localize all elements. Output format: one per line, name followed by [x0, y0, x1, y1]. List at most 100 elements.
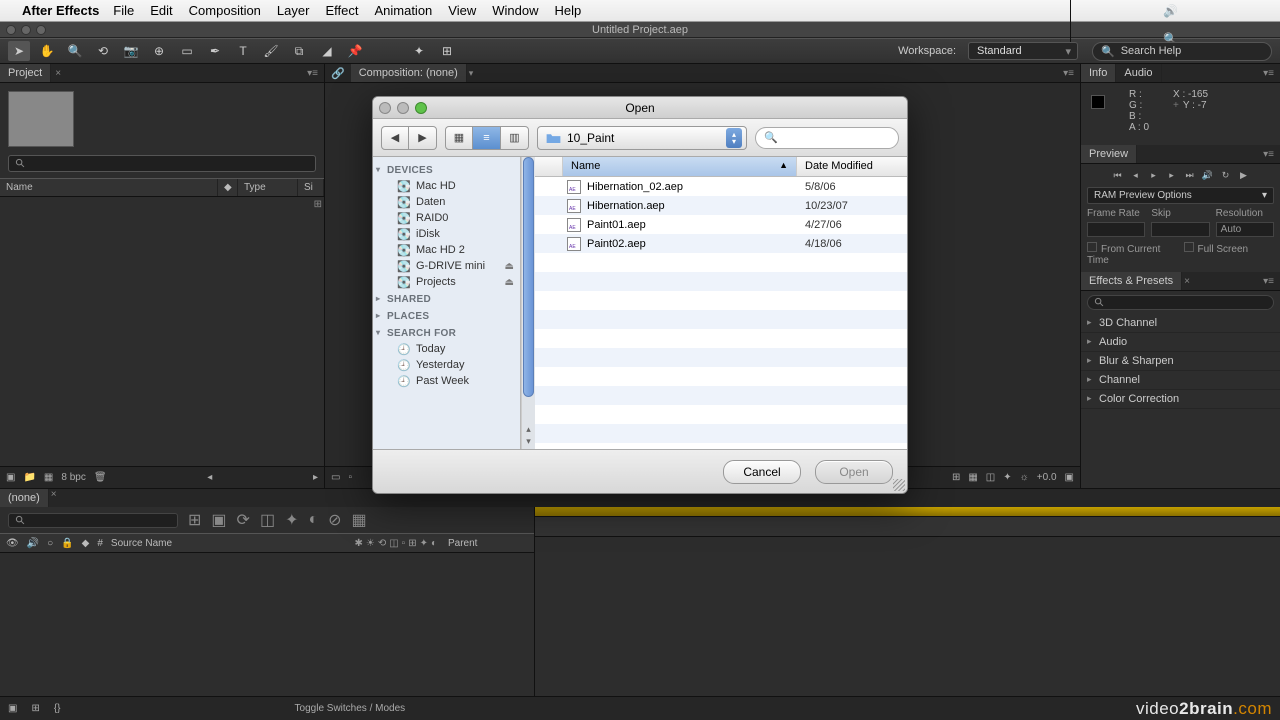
source-col[interactable]: Source Name — [111, 538, 347, 549]
window-minimize-icon[interactable] — [21, 25, 31, 35]
effects-search[interactable] — [1087, 295, 1274, 310]
timeline-tab[interactable]: (none) — [0, 489, 49, 507]
toggle-switches-button[interactable]: Toggle Switches / Modes — [295, 703, 406, 714]
panel-menu-icon[interactable]: ▾≡ — [1057, 68, 1080, 79]
col-label[interactable]: ◆ — [218, 179, 238, 196]
tab-close-icon[interactable]: × — [55, 68, 61, 79]
num-col[interactable]: # — [97, 538, 103, 549]
snap-tool[interactable]: ⊞ — [436, 41, 458, 61]
panel-menu-icon[interactable]: ▾≡ — [1257, 68, 1280, 79]
file-row[interactable]: Paint02.aep4/18/06 — [535, 234, 907, 253]
scrollbar-thumb[interactable] — [523, 157, 534, 397]
eraser-tool[interactable]: ◢ — [316, 41, 338, 61]
tl-icon[interactable]: ◫ — [260, 510, 275, 530]
rect-tool[interactable]: ▭ — [176, 41, 198, 61]
sidebar-device-item[interactable]: 💽iDisk — [373, 226, 520, 242]
view-icons-button[interactable]: ▦ — [445, 126, 473, 150]
mask-icon[interactable]: ◫ — [986, 472, 995, 483]
timeline-ruler[interactable] — [535, 507, 1280, 517]
tl-icon[interactable]: ◐ — [308, 511, 318, 529]
window-zoom-icon[interactable] — [36, 25, 46, 35]
col-type[interactable]: Type — [238, 179, 298, 196]
flowchart-icon[interactable]: ⊞ — [314, 199, 322, 210]
file-rows[interactable]: Hibernation_02.aep5/8/06Hibernation.aep1… — [535, 177, 907, 449]
audio-tab[interactable]: Audio — [1116, 64, 1161, 82]
sidebar-device-item[interactable]: 💽Mac HD — [373, 178, 520, 194]
eject-icon[interactable]: ⏏ — [505, 277, 514, 288]
sidebar-shared-header[interactable]: SHARED — [373, 290, 520, 307]
lock-icon[interactable]: 🔒 — [61, 538, 73, 549]
parent-col[interactable]: Parent — [448, 538, 528, 549]
sidebar-device-item[interactable]: 💽Projects⏏ — [373, 274, 520, 290]
effects-category[interactable]: Blur & Sharpen — [1081, 352, 1280, 371]
guides-icon[interactable]: ▦ — [968, 472, 977, 483]
workspace-select[interactable]: Standard — [968, 42, 1078, 60]
effects-category[interactable]: Color Correction — [1081, 390, 1280, 409]
brush-tool[interactable]: 🖌 — [260, 41, 282, 61]
menu-help[interactable]: Help — [554, 3, 581, 18]
scroll-up-icon[interactable]: ▴ — [522, 424, 535, 435]
camera-tool[interactable]: 📷 — [120, 41, 142, 61]
sidebar-search-header[interactable]: SEARCH FOR — [373, 324, 520, 341]
audio-icon[interactable]: 🔊 — [1201, 170, 1215, 181]
last-frame-icon[interactable]: ⏭ — [1183, 170, 1197, 181]
folder-icon[interactable]: 📁 — [23, 472, 35, 483]
view-list-button[interactable]: ≡ — [473, 126, 501, 150]
window-close-icon[interactable] — [6, 25, 16, 35]
resize-handle[interactable] — [893, 479, 905, 491]
resolution-field[interactable]: Auto — [1216, 222, 1274, 237]
switches-icons[interactable]: ✱☀⟲◫▫⊞✦◐ — [354, 538, 440, 549]
comp-icon[interactable]: ▦ — [44, 472, 53, 483]
tl-icon[interactable]: ⊞ — [188, 510, 201, 530]
sidebar-places-header[interactable]: PLACES — [373, 307, 520, 324]
app-name[interactable]: After Effects — [22, 3, 99, 18]
dialog-close-icon[interactable] — [379, 102, 391, 114]
sidebar-device-item[interactable]: 💽RAID0 — [373, 210, 520, 226]
grid-icon[interactable]: ⊞ — [952, 472, 960, 483]
mag-icon[interactable]: ▭ — [331, 472, 340, 483]
cancel-button[interactable]: Cancel — [723, 460, 801, 484]
volume-icon[interactable]: 🔊 — [1163, 4, 1178, 18]
menu-effect[interactable]: Effect — [325, 3, 358, 18]
exposure-value[interactable]: +0.0 — [1037, 472, 1057, 483]
effects-tab[interactable]: Effects & Presets — [1081, 272, 1182, 290]
col-name-header[interactable]: Name▲ — [563, 157, 797, 176]
timeline-search[interactable] — [8, 513, 178, 528]
tab-close-icon[interactable]: × — [1184, 276, 1190, 287]
next-frame-icon[interactable]: ▸ — [1165, 170, 1179, 181]
nav-left-icon[interactable]: ◂ — [207, 472, 212, 483]
effects-category[interactable]: Channel — [1081, 371, 1280, 390]
tl-icon[interactable]: ⟳ — [237, 510, 250, 530]
menu-file[interactable]: File — [113, 3, 134, 18]
viewer-link-icon[interactable]: 🔗 — [325, 65, 351, 82]
sidebar-search-item[interactable]: 🕘Today — [373, 341, 520, 357]
footer-icon[interactable]: {} — [54, 703, 61, 714]
loop-icon[interactable]: ↻ — [1219, 170, 1233, 181]
file-row[interactable]: Hibernation.aep10/23/07 — [535, 196, 907, 215]
pen-tool[interactable]: ✒ — [204, 41, 226, 61]
col-date-header[interactable]: Date Modified — [797, 157, 907, 176]
hand-tool[interactable]: ✋ — [36, 41, 58, 61]
puppet-tool[interactable]: 📌 — [344, 41, 366, 61]
ram-preview-select[interactable]: RAM Preview Options▾ — [1087, 187, 1274, 204]
panel-menu-icon[interactable]: ▾≡ — [301, 68, 324, 79]
axis-tool[interactable]: ✦ — [408, 41, 430, 61]
timeline-layers-area[interactable] — [0, 553, 534, 696]
av-icon[interactable]: 👁 — [6, 538, 19, 549]
sidebar-search-item[interactable]: 🕘Past Week — [373, 373, 520, 389]
clone-tool[interactable]: ⧉ — [288, 41, 310, 61]
menu-edit[interactable]: Edit — [150, 3, 172, 18]
framerate-field[interactable] — [1087, 222, 1145, 237]
interpret-icon[interactable]: ▣ — [6, 472, 15, 483]
sidebar-device-item[interactable]: 💽Daten — [373, 194, 520, 210]
timeline-ticks[interactable] — [535, 517, 1280, 537]
snapshot-icon[interactable]: ▣ — [1065, 472, 1074, 483]
pan-behind-tool[interactable]: ⊕ — [148, 41, 170, 61]
menu-window[interactable]: Window — [492, 3, 538, 18]
tl-icon[interactable]: ▦ — [352, 510, 367, 530]
project-items-area[interactable]: ⊞ — [0, 197, 324, 466]
full-screen-checkbox[interactable] — [1184, 242, 1194, 252]
panel-menu-icon[interactable]: ▾≡ — [1257, 149, 1280, 160]
exposure-icon[interactable]: ☼ — [1020, 472, 1029, 483]
rotate-tool[interactable]: ⟲ — [92, 41, 114, 61]
